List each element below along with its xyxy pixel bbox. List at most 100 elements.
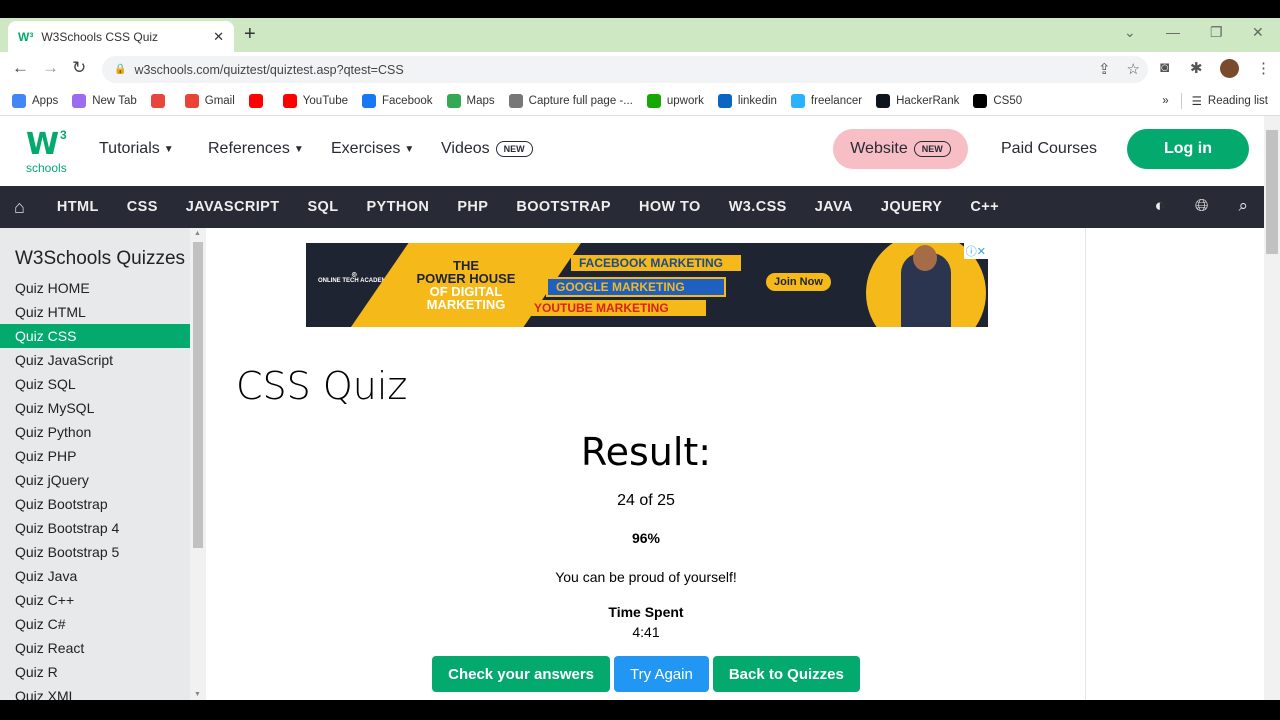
nav-videos[interactable]: Videos NEW [441,140,533,158]
sidebar-item[interactable]: Quiz Java [0,564,190,588]
back-to-quizzes-button[interactable]: Back to Quizzes [712,656,860,692]
page-scroll-thumb[interactable] [1266,130,1278,254]
sidebar-item[interactable]: Quiz JavaScript [0,348,190,372]
nav-link[interactable]: BOOTSTRAP [516,199,611,215]
bookmark-item[interactable]: HackerRank [876,93,959,108]
bookmark-label: Capture full page -... [528,94,633,107]
bookmark-item[interactable]: freelancer [790,93,862,108]
sidebar-item[interactable]: Quiz XML [0,684,190,700]
linkedin-icon [717,93,732,108]
nav-link[interactable]: HTML [57,199,99,215]
bookmark-item[interactable] [150,93,171,108]
bookmark-item[interactable] [248,93,269,108]
youtube-icon [282,93,297,108]
ad-brand-logo: ◎ ONLINE TECH ACADEMY [318,272,391,284]
share-icon[interactable]: ⇪ [1098,60,1111,78]
nav-tutorials-label: Tutorials [99,140,160,157]
scroll-down-icon[interactable]: ▼ [194,691,201,698]
dark-mode-toggle-icon[interactable]: ◐ [1155,196,1165,216]
more-bookmarks-icon[interactable]: » [1162,95,1168,107]
nav-link[interactable]: PHP [457,199,488,215]
bookmarks-right: » ☰ Reading list [1162,93,1268,109]
sidebar-scroll-thumb[interactable] [193,242,203,548]
nav-tutorials[interactable]: Tutorials ▼ [99,140,174,158]
sidebar-item[interactable]: Quiz PHP [0,444,190,468]
sidebar-item[interactable]: Quiz React [0,636,190,660]
new-tab-button[interactable]: + [244,23,256,46]
w3schools-logo[interactable]: W 3 schools [26,128,72,175]
restore-icon[interactable]: ❐ [1210,24,1223,41]
bookmark-item[interactable]: Apps [12,93,58,108]
sidebar-item[interactable]: Quiz Bootstrap 5 [0,540,190,564]
menu-kebab-icon[interactable]: ⋮ [1256,59,1271,77]
ad-info-close-icon[interactable]: ⓘ✕ [963,243,988,259]
nav-link[interactable]: JQUERY [881,199,943,215]
page-scrollbar[interactable] [1264,116,1280,700]
try-again-button[interactable]: Try Again [614,656,709,692]
new-badge: NEW [495,141,533,157]
reading-list-button[interactable]: Reading list [1208,95,1268,107]
bookmark-item[interactable]: Capture full page -... [508,93,633,108]
cs50-icon [973,93,988,108]
sidebar-item[interactable]: Quiz HOME [0,276,190,300]
nav-link[interactable]: PYTHON [366,199,429,215]
close-tab-icon[interactable]: ✕ [213,29,224,45]
sidebar-scrollbar[interactable]: ▲ ▼ [190,228,206,700]
nav-link[interactable]: C++ [970,199,999,215]
sidebar-item[interactable]: Quiz HTML [0,300,190,324]
sidebar-item[interactable]: Quiz SQL [0,372,190,396]
scroll-up-icon[interactable]: ▲ [194,230,201,237]
website-button[interactable]: Website NEW [833,129,968,169]
reload-icon[interactable]: ↻ [72,58,86,78]
nav-videos-label: Videos [441,140,490,157]
tab-search-icon[interactable]: ⌄ [1124,24,1136,41]
sidebar-item[interactable]: Quiz Bootstrap [0,492,190,516]
sidebar-item[interactable]: Quiz MySQL [0,396,190,420]
bookmark-item[interactable]: Gmail [184,93,235,108]
ad-join-now-button[interactable]: Join Now [766,273,831,291]
paid-courses-link[interactable]: Paid Courses [1001,140,1097,158]
browser-window: W³ W3Schools CSS Quiz ✕ + ⌄ — ❐ ✕ ← → ↻ … [0,18,1280,700]
bookmark-item[interactable]: linkedin [717,93,777,108]
camera-icon[interactable]: ◙ [1160,59,1169,76]
search-icon[interactable]: ⌕ [1238,196,1248,216]
url-text[interactable]: w3schools.com/quiztest/quiztest.asp?qtes… [134,63,403,77]
tab-active[interactable]: W³ W3Schools CSS Quiz ✕ [8,21,234,52]
extensions-puzzle-icon[interactable]: ✱ [1190,59,1203,77]
nav-link[interactable]: HOW TO [639,199,701,215]
nav-link[interactable]: CSS [127,199,158,215]
home-icon[interactable]: ⌂ [14,197,25,218]
bookmark-item[interactable]: Maps [446,93,495,108]
forward-icon[interactable]: → [42,58,59,78]
sidebar-item[interactable]: Quiz C++ [0,588,190,612]
back-icon[interactable]: ← [12,58,29,78]
bookmark-item[interactable]: CS50 [973,93,1022,108]
nav-references[interactable]: References ▼ [208,140,304,158]
login-button[interactable]: Log in [1127,129,1249,169]
sidebar-item[interactable]: Quiz jQuery [0,468,190,492]
sidebar-item[interactable]: Quiz CSS [0,324,190,348]
nav-exercises[interactable]: Exercises ▼ [331,140,414,158]
advertisement-banner[interactable]: ◎ ONLINE TECH ACADEMY THE POWER HOUSE OF … [306,243,988,327]
bookmark-item[interactable]: Facebook [362,93,433,108]
address-bar[interactable]: 🔒 w3schools.com/quiztest/quiztest.asp?qt… [102,56,1148,83]
bookmark-item[interactable]: upwork [646,93,704,108]
nav-link[interactable]: SQL [307,199,338,215]
sidebar-item[interactable]: Quiz Bootstrap 4 [0,516,190,540]
sidebar-title: W3Schools Quizzes [15,248,186,269]
close-window-icon[interactable]: ✕ [1252,24,1264,41]
minimize-icon[interactable]: — [1166,24,1180,40]
check-answers-button[interactable]: Check your answers [432,656,611,692]
profile-avatar[interactable] [1220,59,1239,78]
globe-icon[interactable]: 🌐︎ [1195,196,1209,216]
sidebar-item[interactable]: Quiz Python [0,420,190,444]
sidebar-item[interactable]: Quiz R [0,660,190,684]
bookmark-item[interactable]: YouTube [282,93,348,108]
bookmark-item[interactable]: New Tab [72,93,137,108]
sidebar-item[interactable]: Quiz C# [0,612,190,636]
logo-superscript: 3 [60,128,67,142]
nav-link[interactable]: JAVA [815,199,853,215]
nav-link[interactable]: JAVASCRIPT [186,199,280,215]
bookmark-star-icon[interactable]: ☆ [1127,60,1140,78]
nav-link[interactable]: W3.CSS [729,199,787,215]
